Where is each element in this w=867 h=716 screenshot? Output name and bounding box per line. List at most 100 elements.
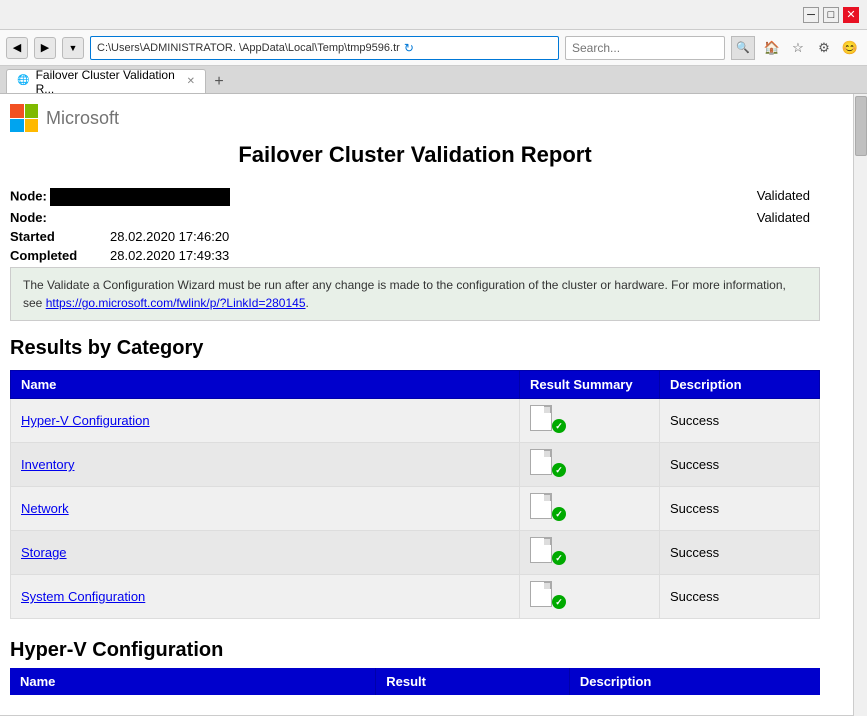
table-row: Storage ✓ Success: [11, 531, 820, 575]
report-title: Failover Cluster Validation Report: [10, 142, 820, 168]
row-result: ✓: [520, 531, 660, 575]
row-name: System Configuration: [11, 575, 520, 619]
hyperv-col-result: Result: [376, 668, 570, 695]
row-name: Hyper-V Configuration: [11, 399, 520, 443]
tab-bar: 🌐 Failover Cluster Validation R... ✕ +: [0, 66, 867, 94]
col-name-header: Name: [11, 371, 520, 399]
completed-value: 28.02.2020 17:49:33: [110, 248, 820, 263]
row-desc: Success: [660, 399, 820, 443]
category-table-body: Hyper-V Configuration ✓ Success Inventor…: [11, 399, 820, 619]
ms-flag-icon: [10, 104, 38, 132]
storage-link[interactable]: Storage: [21, 545, 67, 560]
results-section-heading: Results by Category: [10, 337, 820, 360]
title-bar: ─ □ ✕: [0, 0, 867, 30]
row-result: ✓: [520, 399, 660, 443]
ms-flag-red: [10, 104, 24, 118]
doc-icon: [530, 449, 552, 475]
network-link[interactable]: Network: [21, 501, 69, 516]
table-row: Inventory ✓ Success: [11, 443, 820, 487]
check-badge: ✓: [552, 595, 566, 609]
row-desc: Success: [660, 443, 820, 487]
settings-button[interactable]: ⚙: [813, 37, 835, 59]
hyperv-table-header: Name Result Description: [10, 668, 820, 695]
node2-status: Validated: [757, 210, 820, 225]
started-value: 28.02.2020 17:46:20: [110, 229, 820, 244]
home-button[interactable]: 🏠: [761, 37, 783, 59]
row-result: ✓: [520, 575, 660, 619]
started-label: Started: [10, 229, 110, 244]
doc-icon: [530, 493, 552, 519]
node1-label: Node:: [10, 188, 47, 203]
completed-row: Completed 28.02.2020 17:49:33: [10, 248, 820, 263]
refresh-icon: ↻: [404, 41, 414, 55]
row-desc: Success: [660, 575, 820, 619]
vertical-scrollbar[interactable]: [853, 94, 867, 716]
node1-status: Validated: [757, 188, 820, 203]
node2-label: Node:: [10, 210, 47, 225]
node1-left: Node:: [10, 188, 757, 206]
node2-row: Node: Validated: [10, 210, 820, 225]
recent-pages-button[interactable]: ▼: [62, 37, 84, 59]
hyperv-section-heading: Hyper-V Configuration: [10, 639, 820, 662]
row-name: Inventory: [11, 443, 520, 487]
check-badge: ✓: [552, 507, 566, 521]
new-tab-button[interactable]: +: [208, 71, 230, 93]
check-badge: ✓: [552, 551, 566, 565]
inventory-link[interactable]: Inventory: [21, 457, 74, 472]
ms-flag-yellow: [25, 119, 39, 133]
category-table-head: Name Result Summary Description: [11, 371, 820, 399]
search-input[interactable]: [565, 36, 725, 60]
maximize-button[interactable]: □: [823, 7, 839, 23]
result-icon: ✓: [530, 405, 566, 433]
ms-flag-green: [25, 104, 39, 118]
row-desc: Success: [660, 487, 820, 531]
completed-label: Completed: [10, 248, 110, 263]
check-badge: ✓: [552, 463, 566, 477]
hyperv-header-row: Name Result Description: [10, 668, 820, 695]
ms-logo: Microsoft: [10, 104, 820, 132]
node1-value: [50, 188, 230, 203]
row-desc: Success: [660, 531, 820, 575]
active-tab[interactable]: 🌐 Failover Cluster Validation R... ✕: [6, 69, 206, 93]
notice-text-after: .: [306, 296, 309, 310]
row-result: ✓: [520, 487, 660, 531]
hyperv-col-desc: Description: [570, 668, 820, 695]
tab-favicon: 🌐: [17, 75, 30, 89]
row-name: Network: [11, 487, 520, 531]
back-button[interactable]: ◀: [6, 37, 28, 59]
node1-redacted: [50, 188, 230, 206]
result-icon: ✓: [530, 493, 566, 521]
category-table-header-row: Name Result Summary Description: [11, 371, 820, 399]
emoji-button[interactable]: 😊: [839, 37, 861, 59]
page-content: Microsoft Failover Cluster Validation Re…: [0, 94, 840, 715]
toolbar-icons: 🏠 ☆ ⚙ 😊: [761, 37, 861, 59]
doc-icon: [530, 581, 552, 607]
hyperv-col-name: Name: [10, 668, 376, 695]
check-badge: ✓: [552, 419, 566, 433]
close-button[interactable]: ✕: [843, 7, 859, 23]
tab-label: Failover Cluster Validation R...: [36, 68, 181, 96]
result-icon: ✓: [530, 581, 566, 609]
notice-box: The Validate a Configuration Wizard must…: [10, 267, 820, 321]
url-text: C:\Users\ADMINISTRATOR. \AppData\Local\T…: [97, 42, 400, 54]
result-icon: ✓: [530, 537, 566, 565]
forward-button[interactable]: ▶: [34, 37, 56, 59]
category-table: Name Result Summary Description Hyper-V …: [10, 370, 820, 619]
favorites-button[interactable]: ☆: [787, 37, 809, 59]
table-row: Hyper-V Configuration ✓ Success: [11, 399, 820, 443]
tab-close-icon[interactable]: ✕: [187, 76, 195, 87]
row-result: ✓: [520, 443, 660, 487]
url-box[interactable]: C:\Users\ADMINISTRATOR. \AppData\Local\T…: [90, 36, 559, 60]
doc-icon: [530, 405, 552, 431]
ms-flag-blue: [10, 119, 24, 133]
doc-icon: [530, 537, 552, 563]
minimize-button[interactable]: ─: [803, 7, 819, 23]
scrollbar-thumb[interactable]: [855, 96, 867, 156]
table-row: System Configuration ✓ Success: [11, 575, 820, 619]
sysconfig-link[interactable]: System Configuration: [21, 589, 145, 604]
search-button[interactable]: 🔍: [731, 36, 755, 60]
hyperv-config-link[interactable]: Hyper-V Configuration: [21, 413, 150, 428]
table-row: Network ✓ Success: [11, 487, 820, 531]
ms-brand-label: Microsoft: [46, 108, 119, 129]
notice-link[interactable]: https://go.microsoft.com/fwlink/p/?LinkI…: [46, 296, 306, 310]
